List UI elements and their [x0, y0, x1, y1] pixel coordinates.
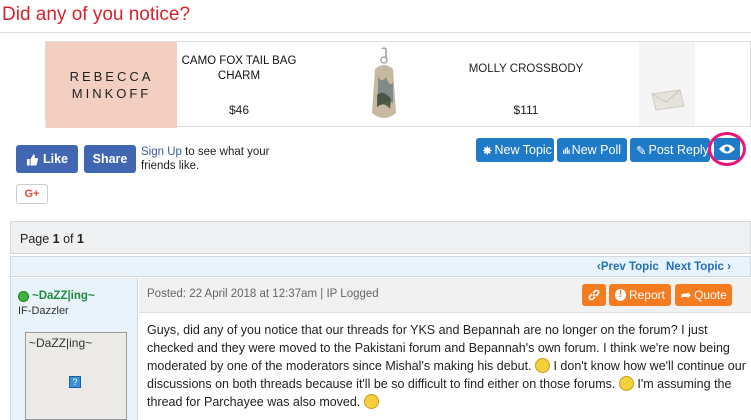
ad-product1-price: $46 — [228, 103, 250, 117]
report-label: Report — [628, 288, 665, 302]
ad-banner[interactable]: REBECCA MINKOFF CAMO FOX TAIL BAG CHARM … — [45, 41, 751, 128]
new-topic-label: New Topic — [494, 143, 552, 157]
signup-text: to see what your — [181, 146, 270, 158]
page-total: 1 — [77, 232, 84, 246]
divider — [0, 32, 751, 33]
reply-arrow-icon: ➦ — [681, 288, 692, 302]
thread-title: Did any of you notice? — [2, 4, 191, 25]
ad-product1-name-line1: CAMO FOX TAIL BAG — [181, 55, 297, 67]
online-status-icon — [18, 290, 29, 302]
next-topic-label: Next Topic — [666, 261, 724, 273]
sun-icon: ✸ — [482, 143, 493, 158]
bar-chart-icon — [563, 146, 570, 154]
ad-product1-name-line2: CHARM — [217, 70, 261, 82]
author-rank: IF-Dazzler — [18, 305, 69, 317]
page-current: 1 — [52, 232, 60, 246]
permalink-button[interactable] — [582, 284, 606, 306]
new-topic-button[interactable]: ✸ New Topic — [476, 138, 554, 162]
post-body: Posted: 22 April 2018 at 12:37am | IP Lo… — [139, 278, 751, 420]
thinking-emoji-icon — [618, 376, 634, 391]
report-button[interactable]: ! Report — [609, 284, 671, 306]
broken-image-icon: ? — [69, 376, 81, 388]
new-poll-button[interactable]: New Poll — [557, 138, 627, 162]
signup-text-line2: friends like. — [141, 160, 200, 172]
brand-logo[interactable]: REBECCA MINKOFF — [46, 42, 177, 128]
quote-label: Quote — [694, 288, 727, 302]
highlight-circle — [708, 132, 746, 166]
sad-emoji-icon — [535, 358, 551, 373]
link-icon — [588, 289, 600, 301]
ad-product2-price: $111 — [513, 103, 539, 117]
confused-emoji-icon — [363, 394, 379, 409]
facebook-share-button[interactable]: Share — [84, 145, 136, 173]
signup-link[interactable]: Sign Up — [141, 146, 182, 158]
ad-product2-name[interactable]: MOLLY CROSSBODY — [456, 63, 596, 75]
exclamation-icon: ! — [615, 289, 626, 301]
ad-product1-name[interactable]: CAMO FOX TAIL BAG CHARM — [179, 54, 299, 84]
post-text: Guys, did any of you notice that our thr… — [147, 321, 747, 411]
post-meta: Posted: 22 April 2018 at 12:37am | IP Lo… — [147, 288, 379, 300]
author-panel: ~DaZZ|ing~ IF-Dazzler ~DaZZ|ing~ ? — [10, 278, 138, 420]
post-reply-label: Post Reply — [648, 143, 709, 157]
facebook-like-button[interactable]: Like — [16, 145, 78, 173]
google-plus-button[interactable]: G+ — [16, 184, 48, 204]
author-avatar[interactable]: ~DaZZ|ing~ ? — [25, 332, 127, 420]
pagination-bar: Page 1 of 1 — [10, 221, 751, 254]
ad-product2-image[interactable] — [639, 42, 695, 126]
facebook-signup-text: Sign Up to see what your friends like. — [141, 145, 270, 173]
brand-logo-line1: REBECCA — [69, 69, 154, 84]
quote-button[interactable]: ➦ Quote — [675, 284, 732, 306]
share-label: Share — [92, 152, 128, 166]
post-header: Posted: 22 April 2018 at 12:37am | IP Lo… — [139, 278, 751, 313]
pencil-icon: ✎ — [636, 143, 647, 158]
page-prefix: Page — [20, 232, 53, 246]
avatar-caption: ~DaZZ|ing~ — [29, 336, 93, 350]
topic-nav-bar: ‹Prev Topic Next Topic › — [10, 256, 751, 277]
page-of: of — [59, 232, 77, 246]
prev-topic-link[interactable]: ‹Prev Topic — [597, 261, 659, 273]
post-reply-button[interactable]: ✎ Post Reply — [630, 138, 710, 162]
like-label: Like — [42, 152, 68, 166]
thumbs-up-icon — [26, 153, 38, 165]
ad-product1-image[interactable] — [369, 47, 399, 121]
new-poll-label: New Poll — [571, 143, 621, 157]
author-name-link[interactable]: ~DaZZ|ing~ — [32, 290, 95, 302]
next-topic-link[interactable]: Next Topic › — [666, 261, 731, 273]
brand-logo-line2: MINKOFF — [71, 86, 152, 101]
prev-topic-label: Prev Topic — [600, 261, 659, 273]
